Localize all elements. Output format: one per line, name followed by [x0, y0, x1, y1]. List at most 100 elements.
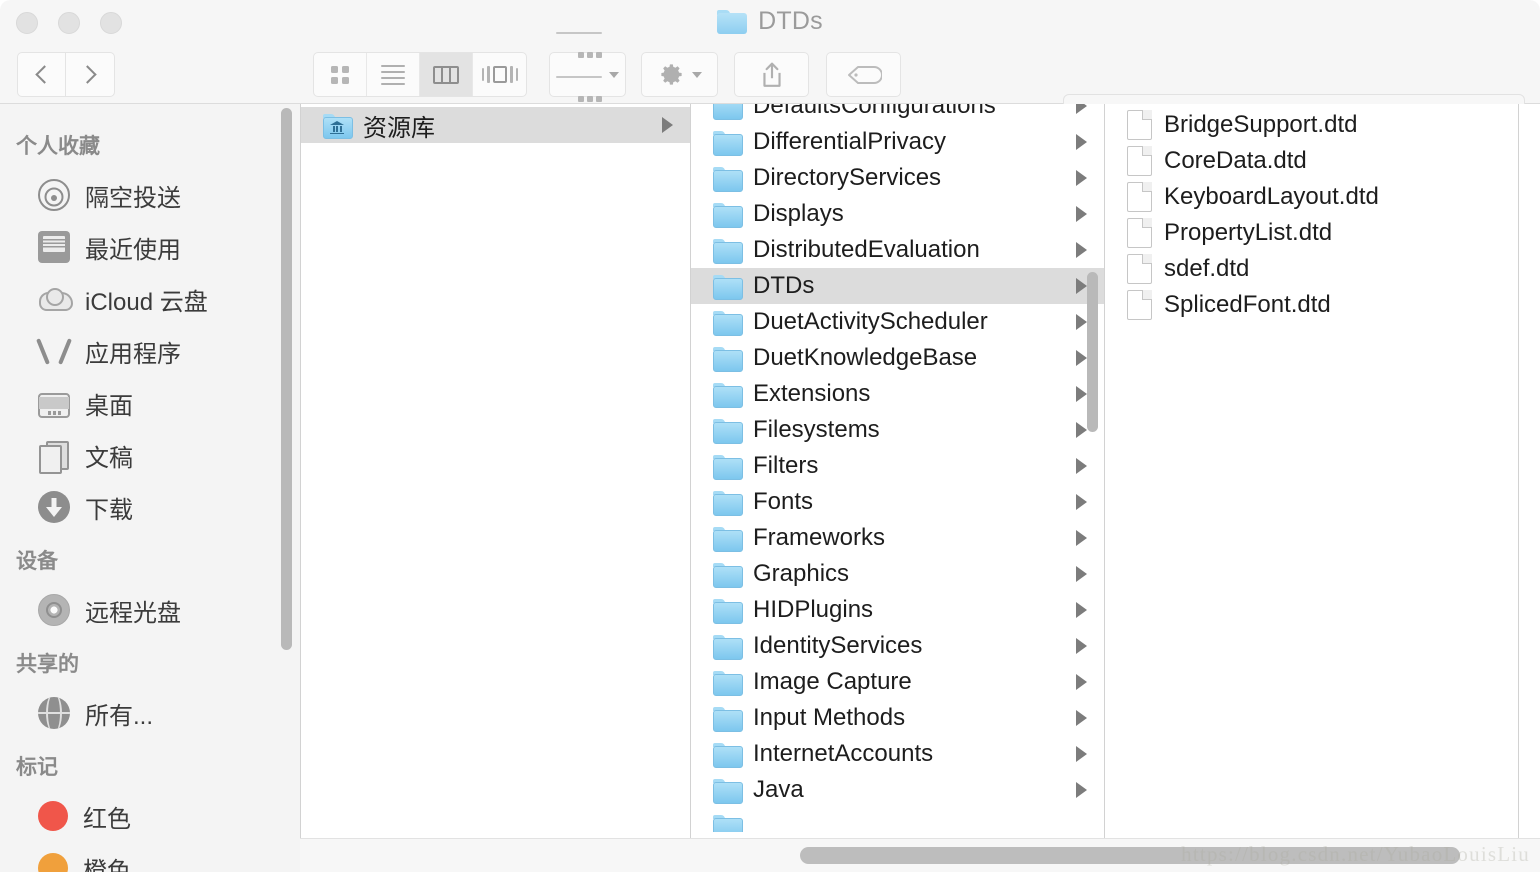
- chevron-right-icon: [78, 65, 97, 84]
- zoom-button[interactable]: [100, 12, 122, 34]
- list-item[interactable]: DefaultsConfigurations: [691, 104, 1104, 124]
- folder-icon: [713, 346, 743, 372]
- chevron-right-icon: [1076, 134, 1087, 150]
- item-label: InternetAccounts: [753, 740, 934, 767]
- sidebar-item-label: 红色: [83, 805, 131, 833]
- gallery-icon: [481, 66, 518, 83]
- list-item[interactable]: Displays: [691, 196, 1104, 232]
- chevron-right-icon: [1076, 206, 1087, 222]
- forward-button[interactable]: [66, 52, 115, 97]
- column-view-button[interactable]: [420, 53, 473, 96]
- minimize-button[interactable]: [58, 12, 80, 34]
- sidebar-item-label: 所有...: [85, 702, 154, 730]
- list-item[interactable]: Java: [691, 772, 1104, 808]
- list-item[interactable]: InternetAccounts: [691, 736, 1104, 772]
- sidebar-item-icloud-drive[interactable]: iCloud 云盘: [0, 273, 300, 325]
- list-item[interactable]: PropertyList.dtd: [1105, 215, 1518, 251]
- action-menu-button[interactable]: [641, 52, 718, 97]
- sidebar-item-all-shared[interactable]: 所有...: [0, 687, 300, 739]
- gallery-view-button[interactable]: [473, 53, 526, 96]
- sidebar-item-documents[interactable]: 文稿: [0, 429, 300, 481]
- sidebar-item-label: 文稿: [85, 444, 133, 472]
- tag-dot-icon: [38, 853, 68, 872]
- list-view-button[interactable]: [367, 53, 420, 96]
- folder-icon: [713, 310, 743, 336]
- chevron-right-icon: [1076, 104, 1087, 114]
- document-icon: [1127, 146, 1152, 176]
- sidebar-item-tag-orange[interactable]: 橙色: [0, 842, 300, 872]
- list-item[interactable]: Filesystems: [691, 412, 1104, 448]
- item-label: DuetActivityScheduler: [753, 308, 988, 335]
- list-item[interactable]: Extensions: [691, 376, 1104, 412]
- close-button[interactable]: [16, 12, 38, 34]
- back-button[interactable]: [17, 52, 66, 97]
- list-item[interactable]: CoreData.dtd: [1105, 143, 1518, 179]
- list-item[interactable]: HIDPlugins: [691, 592, 1104, 628]
- item-label: Filesystems: [753, 416, 880, 443]
- gear-icon: [660, 64, 682, 85]
- share-icon: [762, 62, 781, 87]
- sidebar-item-remote-disc[interactable]: 远程光盘: [0, 584, 300, 636]
- list-item[interactable]: DirectoryServices: [691, 160, 1104, 196]
- folder-icon: [717, 9, 748, 34]
- folder-icon: [713, 706, 743, 732]
- list-item[interactable]: Frameworks: [691, 520, 1104, 556]
- folder-icon: [713, 670, 743, 696]
- sidebar-item-recents[interactable]: 最近使用: [0, 221, 300, 273]
- list-item-selected[interactable]: DTDs: [691, 268, 1104, 304]
- folder-icon: [713, 526, 743, 552]
- list-item[interactable]: BridgeSupport.dtd: [1105, 107, 1518, 143]
- item-label: sdef.dtd: [1164, 255, 1250, 282]
- chevron-right-icon: [1076, 746, 1087, 762]
- list-item[interactable]: sdef.dtd: [1105, 251, 1518, 287]
- page-title: DTDs: [758, 7, 823, 35]
- folder-icon: [713, 166, 743, 192]
- share-button[interactable]: [734, 52, 809, 97]
- column-scrollbar[interactable]: [1087, 272, 1098, 432]
- horizontal-scrollbar-thumb[interactable]: [800, 847, 1460, 864]
- sidebar-item-label: 远程光盘: [85, 599, 181, 627]
- list-item[interactable]: Image Capture: [691, 664, 1104, 700]
- item-label: Image Capture: [753, 668, 912, 695]
- remote-disc-icon: [38, 594, 70, 626]
- sidebar-item-airdrop[interactable]: 隔空投送: [0, 169, 300, 221]
- list-item[interactable]: KeyboardLayout.dtd: [1105, 179, 1518, 215]
- list-item[interactable]: Fonts: [691, 484, 1104, 520]
- icon-view-button[interactable]: [314, 53, 367, 96]
- item-label: DirectoryServices: [753, 164, 942, 191]
- list-item[interactable]: DistributedEvaluation: [691, 232, 1104, 268]
- sidebar-item-downloads[interactable]: 下载: [0, 481, 300, 533]
- desktop-icon: [38, 392, 70, 418]
- sidebar-scrollbar[interactable]: [281, 108, 292, 650]
- window-title: DTDs: [0, 7, 1540, 36]
- list-item[interactable]: Graphics: [691, 556, 1104, 592]
- list-item[interactable]: Filters: [691, 448, 1104, 484]
- network-globe-icon: [38, 697, 70, 729]
- sidebar-item-desktop[interactable]: 桌面: [0, 377, 300, 429]
- sidebar-item-label: 桌面: [85, 392, 133, 420]
- folder-icon: [713, 454, 743, 480]
- list-item[interactable]: Input Methods: [691, 700, 1104, 736]
- tags-button[interactable]: [826, 52, 901, 97]
- list-item[interactable]: 资源库: [301, 107, 690, 143]
- sidebar-section-shared-header: 共享的: [16, 653, 79, 676]
- list-item[interactable]: SplicedFont.dtd: [1105, 287, 1518, 323]
- sidebar-item-applications[interactable]: 应用程序: [0, 325, 300, 377]
- chevron-right-icon: [1076, 278, 1087, 294]
- chevron-right-icon: [1076, 782, 1087, 798]
- list-item[interactable]: DifferentialPrivacy: [691, 124, 1104, 160]
- folder-icon: [713, 562, 743, 588]
- document-icon: [1127, 290, 1152, 320]
- sidebar-item-tag-red[interactable]: 红色: [0, 790, 300, 842]
- list-item[interactable]: DuetKnowledgeBase: [691, 340, 1104, 376]
- chevron-right-icon: [662, 117, 673, 133]
- group-items-button[interactable]: [549, 32, 626, 102]
- list-item[interactable]: IdentityServices: [691, 628, 1104, 664]
- item-label: Java: [753, 776, 804, 803]
- horizontal-scrollbar[interactable]: [300, 838, 1540, 872]
- folder-icon: [713, 418, 743, 444]
- folder-icon: [713, 382, 743, 408]
- list-item[interactable]: DuetActivityScheduler: [691, 304, 1104, 340]
- chevron-right-icon: [1076, 386, 1087, 402]
- item-label: Graphics: [753, 560, 850, 587]
